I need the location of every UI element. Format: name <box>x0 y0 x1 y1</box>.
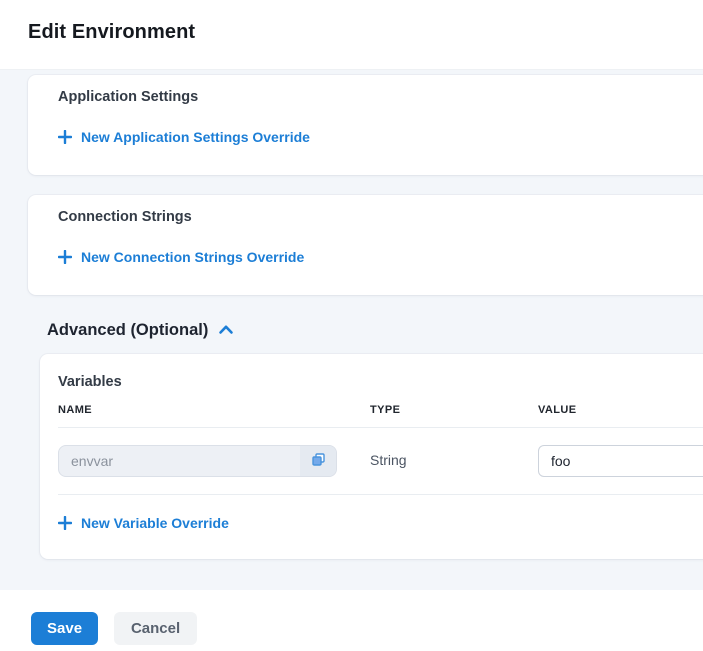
page-title: Edit Environment <box>28 21 703 44</box>
column-header-value: VALUE <box>538 404 703 416</box>
new-connection-strings-override-label: New Connection Strings Override <box>81 249 304 265</box>
application-settings-title: Application Settings <box>58 89 703 105</box>
action-bar: Save Cancel <box>0 590 703 651</box>
chevron-up-icon <box>218 322 234 340</box>
plus-icon <box>58 516 72 530</box>
page-header: Edit Environment <box>0 0 703 70</box>
variables-card: Variables NAME TYPE VALUE <box>40 354 703 559</box>
variable-type-text: String <box>370 452 407 468</box>
connection-strings-card: Connection Strings New Connection String… <box>28 195 703 295</box>
variables-table-header: NAME TYPE VALUE <box>58 404 703 428</box>
application-settings-card: Application Settings New Application Set… <box>28 75 703 175</box>
variable-name-input <box>59 446 300 476</box>
variable-name-input-group <box>58 445 337 477</box>
copy-icon <box>311 452 326 470</box>
new-variable-override-label: New Variable Override <box>81 515 229 531</box>
connection-strings-title: Connection Strings <box>58 209 703 225</box>
variable-value-input[interactable] <box>538 445 703 477</box>
variables-title: Variables <box>58 374 703 390</box>
content-area: Application Settings New Application Set… <box>0 70 703 590</box>
copy-button[interactable] <box>300 446 336 476</box>
advanced-section-title: Advanced (Optional) <box>47 321 208 340</box>
plus-icon <box>58 250 72 264</box>
new-application-settings-override-label: New Application Settings Override <box>81 129 310 145</box>
column-header-name: NAME <box>58 404 370 416</box>
column-header-type: TYPE <box>370 404 538 416</box>
save-button[interactable]: Save <box>31 612 98 645</box>
plus-icon <box>58 130 72 144</box>
cancel-button[interactable]: Cancel <box>114 612 197 645</box>
new-connection-strings-override-link[interactable]: New Connection Strings Override <box>58 249 304 265</box>
advanced-section-toggle[interactable]: Advanced (Optional) <box>47 321 234 340</box>
new-variable-override-link[interactable]: New Variable Override <box>58 515 229 531</box>
variable-row: String <box>58 428 703 495</box>
new-application-settings-override-link[interactable]: New Application Settings Override <box>58 129 310 145</box>
